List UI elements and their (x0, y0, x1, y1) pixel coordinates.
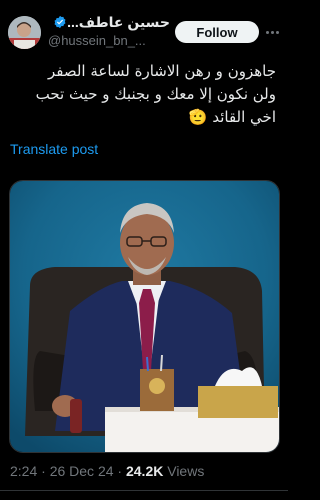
user-handle[interactable]: @hussein_bn_... (48, 33, 146, 48)
tweet-text: جاهزون و رهن الاشارة لساعة الصفر ولن نكو… (10, 60, 276, 129)
meta-separator: · (117, 463, 126, 479)
views-label: Views (167, 463, 205, 479)
meta-separator: · (41, 463, 50, 479)
avatar[interactable] (8, 16, 41, 49)
more-options-icon[interactable] (264, 24, 280, 40)
tweet-date: 26 Dec 24 (49, 463, 114, 479)
tweet-photo[interactable] (9, 180, 280, 453)
avatar-image (8, 16, 41, 49)
divider (0, 490, 288, 491)
tweet-header: حسين عاطف... @hussein_bn_... Follow (0, 0, 288, 56)
tweet-line-3: اخي القائد 🫡 (188, 108, 276, 126)
views-count: 24.2K (125, 463, 164, 479)
tweet-time: 2:24 (10, 463, 38, 479)
tweet-meta: 2:24 · 26 Dec 24 · 24.2K Views (10, 463, 204, 479)
display-name[interactable]: حسين عاطف... (67, 14, 170, 31)
follow-button[interactable]: Follow (175, 21, 259, 43)
verified-badge-icon (53, 15, 67, 29)
translate-post-link[interactable]: Translate post (10, 141, 98, 157)
photo-image (10, 181, 279, 452)
tweet-line-2: ولن نكون إلا معك و بجنبك و حيث تحب (35, 85, 276, 103)
tweet-line-1: جاهزون و رهن الاشارة لساعة الصفر (47, 62, 276, 80)
display-name-row[interactable]: حسين عاطف... (48, 12, 170, 32)
